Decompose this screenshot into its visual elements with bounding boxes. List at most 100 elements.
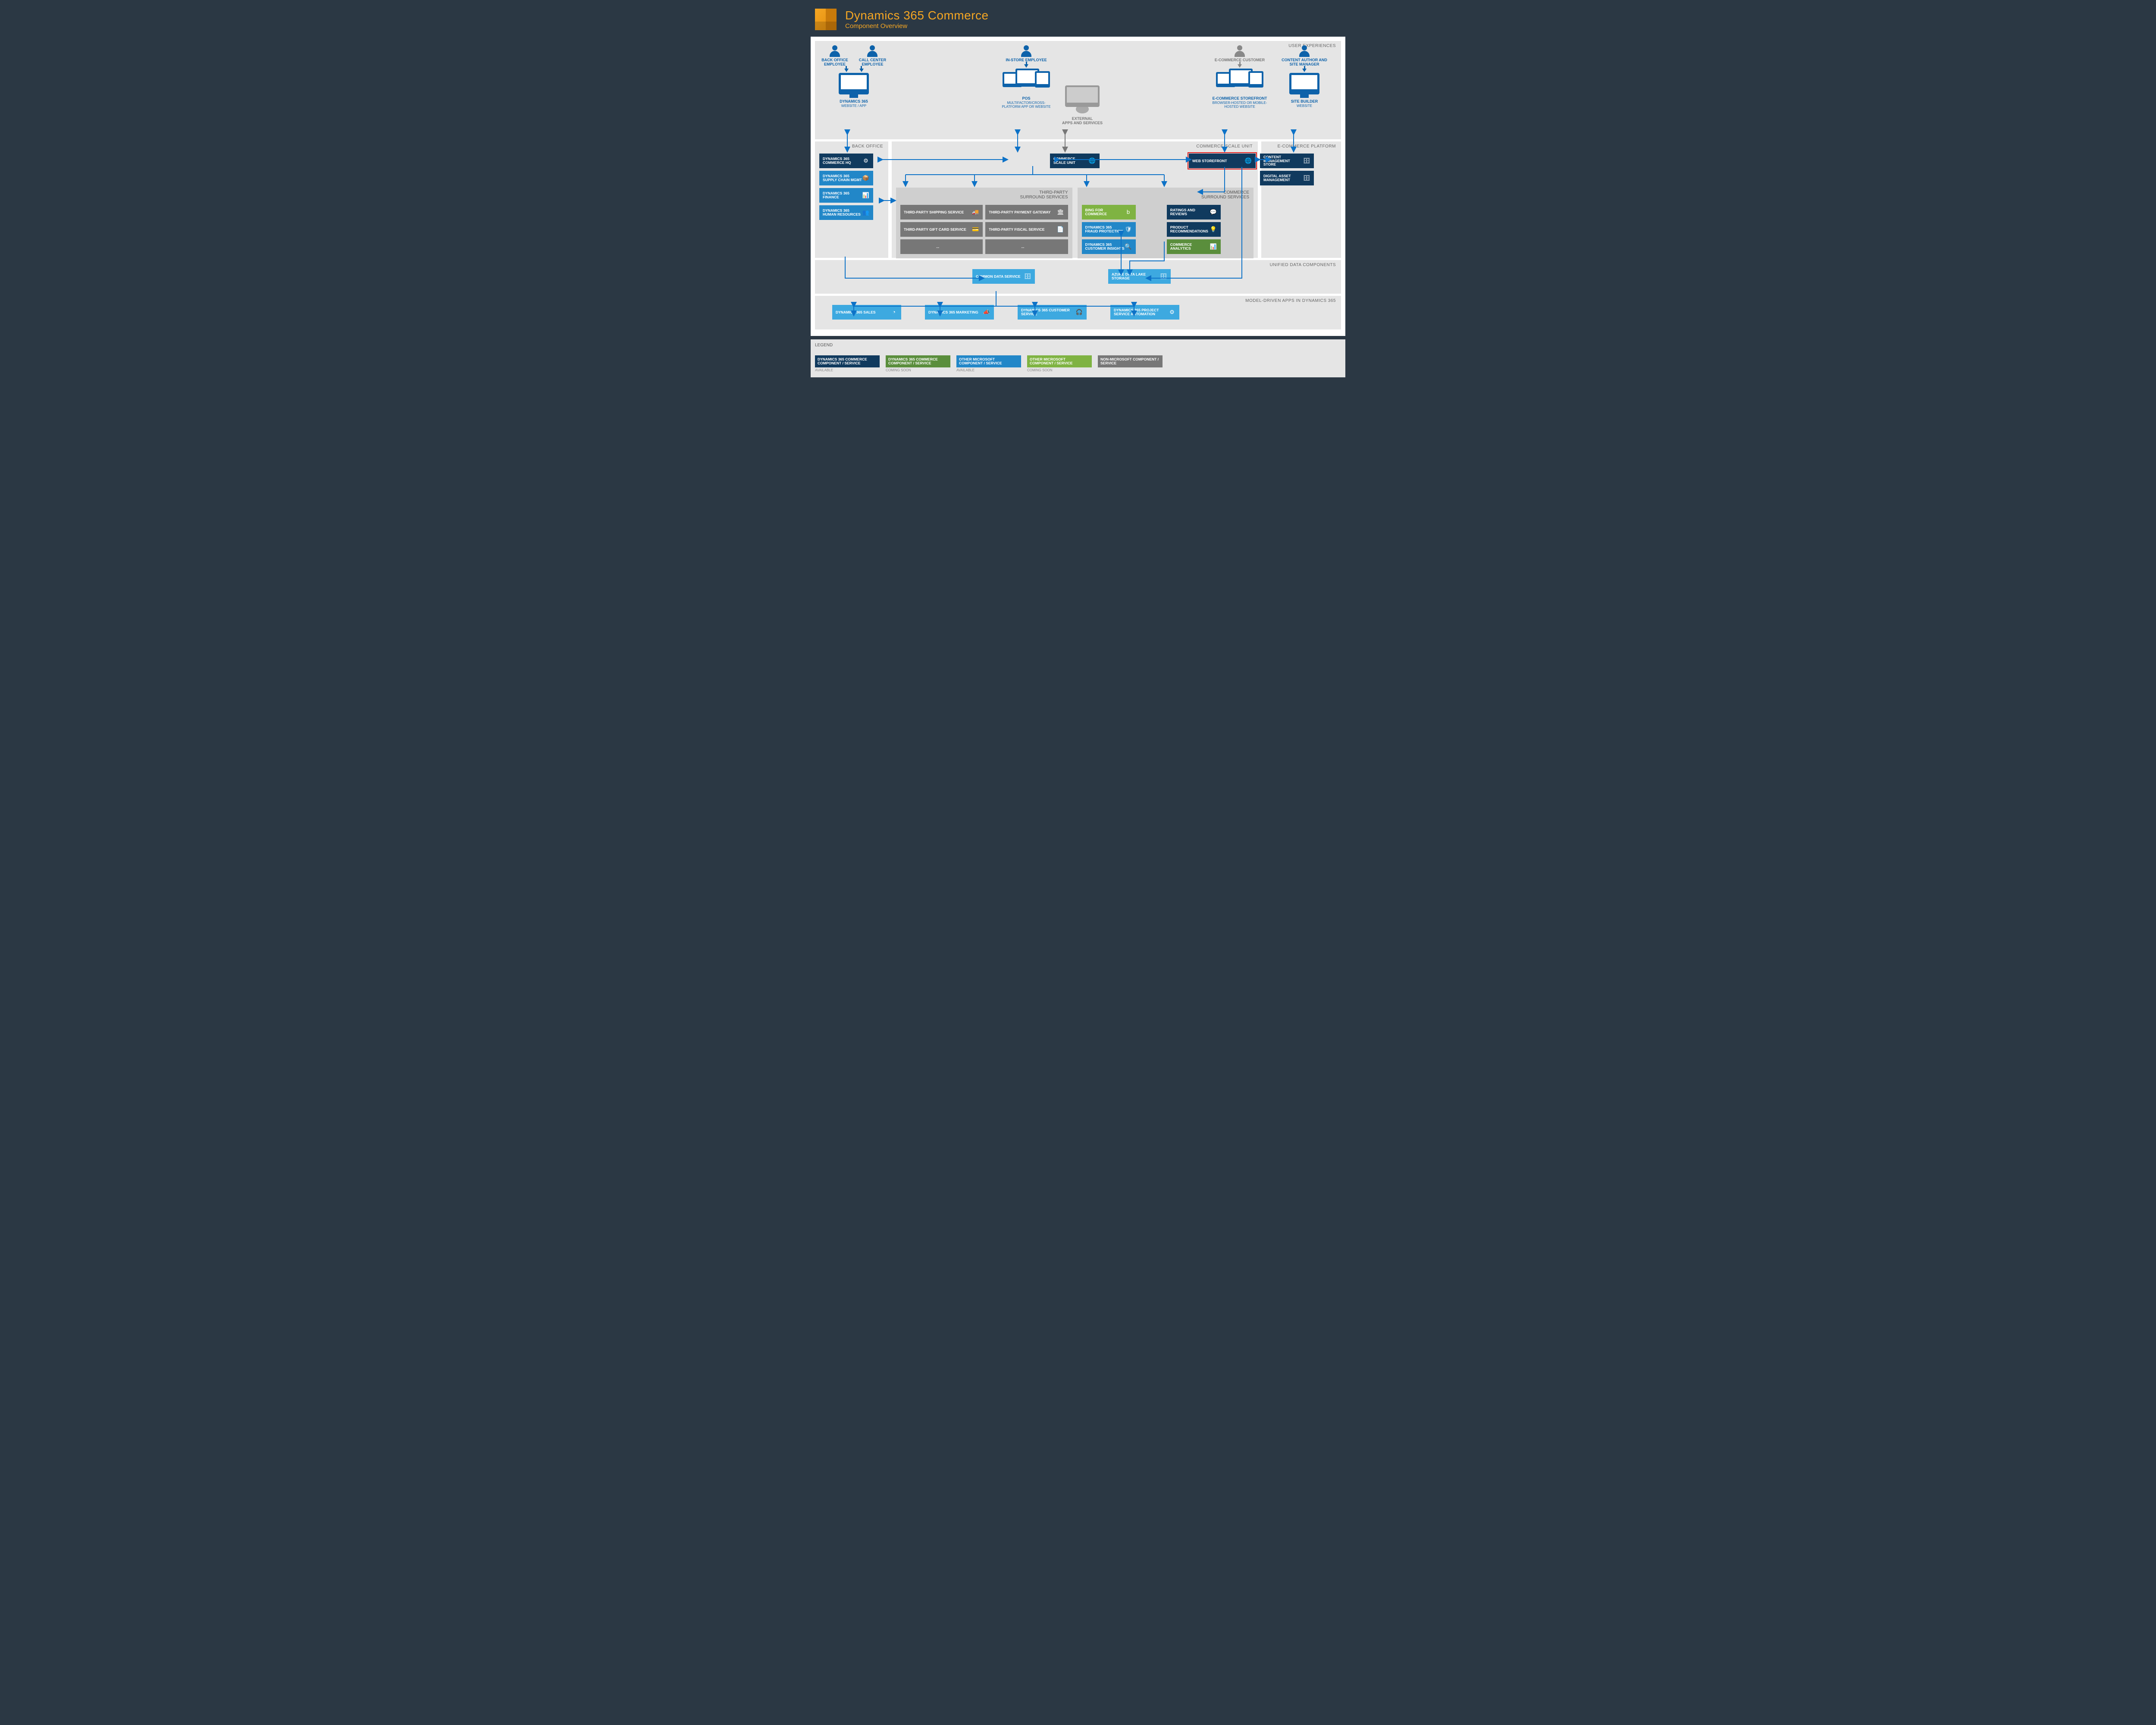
card-dynamics-365-fraud-protection: DYNAMICS 365 FRAUD PROTECTION🛡: [1082, 222, 1136, 237]
card-product-recommendations: PRODUCT RECOMMENDATIONS💡: [1167, 222, 1221, 237]
card-icon: 🗄: [1303, 157, 1310, 165]
persona-back-office: BACK OFFICE EMPLOYEE: [819, 44, 850, 67]
device-sitebuilder: [1289, 73, 1319, 94]
card-content-management-store: CONTENT MANAGEMENT STORE🗄: [1260, 154, 1314, 168]
legend-item: NON-MICROSOFT COMPONENT / SERVICE: [1098, 355, 1163, 372]
device-label: DYNAMICS 365: [840, 100, 868, 104]
card-dynamics-365-finance: DYNAMICS 365 FINANCE📊: [819, 188, 873, 203]
device-label: POS: [998, 97, 1054, 101]
card-label: ...: [989, 245, 1056, 249]
card-icon: 🗄: [1024, 273, 1031, 280]
arrow-down-icon: [859, 69, 864, 72]
card-icon: 📊: [862, 191, 870, 199]
card-icon: 💳: [971, 226, 979, 233]
card-digital-asset-management: DIGITAL ASSET MANAGEMENT🗄: [1260, 171, 1314, 185]
card-icon: b: [1125, 208, 1132, 216]
legend-swatch: DYNAMICS 365 COMMERCE COMPONENT / SERVIC…: [886, 355, 950, 367]
card-icon: 👥: [862, 209, 870, 216]
legend-status: AVAILABLE: [815, 368, 880, 372]
device-sublabel: WEBSITE / APP: [840, 104, 868, 108]
card-label: THIRD-PARTY GIFT CARD SERVICE: [904, 228, 971, 232]
card-third-party-gift-card-service: THIRD-PARTY GIFT CARD SERVICE💳: [900, 222, 983, 237]
legend-item: OTHER MICROSOFT COMPONENT / SERVICEAVAIL…: [956, 355, 1021, 372]
arrow-down-icon: [1302, 69, 1307, 72]
card-label: DYNAMICS 365 MARKETING: [928, 310, 983, 314]
card-icon: 🎧: [1075, 308, 1083, 316]
device-storefront: [1216, 69, 1263, 92]
section-title: THIRD-PARTY SURROUND SERVICES: [1020, 190, 1068, 200]
card-dynamics-365-sales: DYNAMICS 365 SALES◔: [832, 305, 901, 320]
card-dynamics-365-marketing: DYNAMICS 365 MARKETING📣: [925, 305, 994, 320]
card-icon: ◔: [890, 308, 898, 316]
headset-person-icon: [866, 44, 879, 57]
card-icon: 🗄: [1303, 174, 1310, 182]
card-label: DYNAMICS 365 FINANCE: [823, 191, 862, 199]
card-label: DYNAMICS 365 PROJECT SERVICE AUTOMATION: [1114, 308, 1168, 316]
card-icon: 📦: [862, 174, 870, 182]
arrow-down-icon: [844, 69, 849, 72]
card-label: THIRD-PARTY FISCAL SERVICE: [989, 228, 1056, 232]
card-label: THIRD-PARTY PAYMENT GATEWAY: [989, 210, 1056, 214]
legend-status: AVAILABLE: [956, 368, 1021, 372]
device-sublabel: BROWSER-HOSTED OR MOBILE-HOSTED WEBSITE: [1212, 101, 1268, 109]
legend-swatch: NON-MICROSOFT COMPONENT / SERVICE: [1098, 355, 1163, 367]
card-third-party-shipping-service: THIRD-PARTY SHIPPING SERVICE🚚: [900, 205, 983, 220]
arrow-down-icon: [1024, 64, 1028, 68]
page-subtitle: Component Overview: [845, 22, 989, 30]
card-azure-data-lake-storage: AZURE DATA LAKE STORAGE🗄: [1108, 269, 1171, 284]
card-label: BING FOR COMMERCE: [1085, 208, 1125, 216]
device-pos: [1003, 69, 1050, 92]
sub-third-party: THIRD-PARTY SURROUND SERVICES THIRD-PART…: [896, 188, 1072, 258]
persona-ecommerce-customer: E-COMMERCE CUSTOMER: [1215, 44, 1265, 63]
card-common-data-service: COMMON DATA SERVICE🗄: [972, 269, 1035, 284]
device-label: E-COMMERCE STOREFRONT: [1212, 97, 1268, 101]
card-icon: 📊: [1210, 243, 1217, 251]
legend-swatch: OTHER MICROSOFT COMPONENT / SERVICE: [1027, 355, 1092, 367]
card-icon: 📣: [983, 308, 990, 316]
card-label: CONTENT MANAGEMENT STORE: [1263, 155, 1303, 167]
header: Dynamics 365 Commerce Component Overview: [802, 0, 1354, 37]
card-dynamics-365-project-service-automation: DYNAMICS 365 PROJECT SERVICE AUTOMATION⚙: [1110, 305, 1179, 320]
card-bing-for-commerce: BING FOR COMMERCEb: [1082, 205, 1136, 220]
person-icon: [828, 44, 841, 57]
card-commerce-scale-unit: COMMERCE SCALE UNIT 🌐: [1050, 154, 1100, 168]
arrow-down-icon: [1238, 64, 1242, 68]
section-title: BACK OFFICE: [852, 144, 883, 149]
section-title: MODEL-DRIVEN APPS IN DYNAMICS 365: [1245, 298, 1336, 303]
section-udc: UNIFIED DATA COMPONENTS COMMON DATA SERV…: [815, 260, 1341, 294]
card-ratings-and-reviews: RATINGS AND REVIEWS💬: [1167, 205, 1221, 220]
legend-status: COMING SOON: [1027, 368, 1092, 372]
section-title: COMMERCE SURROUND SERVICES: [1201, 190, 1249, 200]
person-icon: [1298, 44, 1311, 57]
card-label: DYNAMICS 365 FRAUD PROTECTION: [1085, 226, 1125, 233]
card--: ...: [985, 239, 1068, 254]
card-dynamics-365-human-resources: DYNAMICS 365 HUMAN RESOURCES👥: [819, 205, 873, 220]
card-third-party-payment-gateway: THIRD-PARTY PAYMENT GATEWAY🏛: [985, 205, 1068, 220]
section-title: E-COMMERCE PLATFORM: [1278, 144, 1336, 149]
card-label: AZURE DATA LAKE STORAGE: [1112, 273, 1159, 280]
section-ecp: E-COMMERCE PLATFORM WEB STOREFRONT 🌐 CON…: [1261, 141, 1341, 258]
card-label: DYNAMICS 365 CUSTOMER INSIGHTS: [1085, 243, 1125, 251]
legend-item: DYNAMICS 365 COMMERCE COMPONENT / SERVIC…: [815, 355, 880, 372]
card-icon: ⚙: [862, 157, 870, 165]
card-dynamics-365-customer-service: DYNAMICS 365 CUSTOMER SERVICE🎧: [1018, 305, 1087, 320]
card-label: WEB STOREFRONT: [1192, 159, 1244, 163]
persona-instore: IN-STORE EMPLOYEE: [1006, 44, 1047, 63]
card-label: THIRD-PARTY SHIPPING SERVICE: [904, 210, 971, 214]
card-dynamics-365-customer-insights: DYNAMICS 365 CUSTOMER INSIGHTS🔍: [1082, 239, 1136, 254]
persona-label: EXTERNAL APPS AND SERVICES: [1062, 117, 1103, 125]
diagram-canvas: USER EXPERIENCES BACK OFFICE EMPLOYEE CA…: [811, 37, 1345, 336]
card-label: DYNAMICS 365 SALES: [836, 310, 890, 314]
card-label: ...: [904, 245, 971, 249]
card-label: DYNAMICS 365 COMMERCE HQ: [823, 157, 862, 165]
section-title: UNIFIED DATA COMPONENTS: [1270, 263, 1336, 267]
device-sublabel: WEBSITE: [1291, 104, 1318, 108]
card-label: COMMERCE SCALE UNIT: [1053, 157, 1088, 165]
legend-swatch: DYNAMICS 365 COMMERCE COMPONENT / SERVIC…: [815, 355, 880, 367]
section-back-office: BACK OFFICE DYNAMICS 365 COMMERCE HQ⚙ DYN…: [815, 141, 888, 258]
card-web-storefront: WEB STOREFRONT 🌐: [1189, 154, 1256, 168]
product-logo: [815, 9, 837, 30]
globe-icon: 🌐: [1088, 157, 1096, 165]
persona-call-center: CALL CENTER EMPLOYEE: [857, 44, 888, 67]
card-icon: 🚚: [971, 208, 979, 216]
